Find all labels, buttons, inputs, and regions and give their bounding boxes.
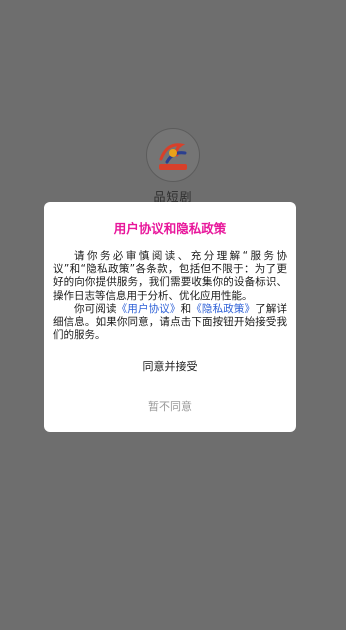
app-screen: 品短剧 用户协议和隐私政策 请你务必审慎阅读、充分理解“服务协议”和“隐私政策”…	[0, 0, 346, 630]
policy-and-text: 和	[180, 302, 192, 315]
dialog-title: 用户协议和隐私政策	[113, 221, 227, 236]
user-agreement-link[interactable]: 《用户协议》	[117, 303, 181, 315]
privacy-consent-dialog: 用户协议和隐私政策 请你务必审慎阅读、充分理解“服务协议”和“隐私政策”各条款，…	[44, 202, 296, 432]
agree-button[interactable]: 同意并接受	[44, 354, 296, 380]
disagree-button[interactable]: 暂不同意	[44, 394, 296, 420]
app-logo-icon	[159, 143, 187, 170]
app-logo	[146, 128, 200, 182]
policy-prefix-text: 你可阅读	[74, 302, 117, 315]
dialog-body: 请你务必审慎阅读、充分理解“服务协议”和“隐私政策”各条款，包括但不限于：为了更…	[53, 250, 287, 342]
splash-area: 品短剧	[0, 128, 346, 205]
policy-links-paragraph: 你可阅读《用户协议》和《隐私政策》了解详细信息。如果你同意，请点击下面按钮开始接…	[53, 303, 287, 343]
privacy-policy-link[interactable]: 《隐私政策》	[191, 303, 255, 315]
consent-paragraph: 请你务必审慎阅读、充分理解“服务协议”和“隐私政策”各条款，包括但不限于：为了更…	[53, 250, 287, 302]
